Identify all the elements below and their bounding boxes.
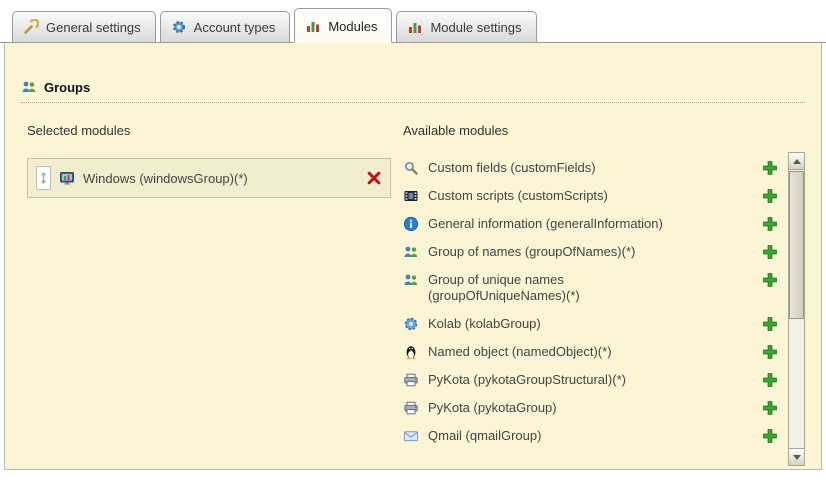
- add-module-icon[interactable]: [762, 272, 778, 288]
- add-module-icon[interactable]: [762, 400, 778, 416]
- groups-section-heading: Groups: [21, 79, 805, 103]
- modules-icon: [305, 18, 321, 34]
- available-modules-list: Custom fields (customFields) Custom scri…: [403, 152, 788, 466]
- add-module-icon[interactable]: [762, 428, 778, 444]
- available-module-row: Qmail (qmailGroup): [403, 422, 788, 450]
- tab-module-settings[interactable]: Module settings: [396, 11, 536, 42]
- delete-icon[interactable]: [366, 170, 382, 186]
- section-title: Groups: [44, 80, 90, 95]
- drag-icon: [38, 171, 49, 185]
- info-icon: [403, 216, 419, 232]
- add-module-icon[interactable]: [762, 316, 778, 332]
- tab-label: General settings: [46, 20, 141, 35]
- drag-handle[interactable]: [36, 166, 51, 190]
- scrollbar[interactable]: [788, 152, 805, 466]
- custom-fields-icon: [403, 160, 419, 176]
- module-label: Custom scripts (customScripts): [428, 188, 698, 204]
- tab-label: Module settings: [430, 20, 521, 35]
- tab-general-settings[interactable]: General settings: [12, 11, 156, 42]
- available-modules-column: Available modules Custom fields (customF…: [399, 119, 805, 466]
- add-module-icon[interactable]: [762, 216, 778, 232]
- custom-scripts-icon: [403, 188, 419, 204]
- module-label: Group of names (groupOfNames)(*): [428, 244, 698, 260]
- mail-icon: [403, 428, 419, 444]
- available-module-row: Named object (namedObject)(*): [403, 338, 788, 366]
- group-icon: [403, 244, 419, 260]
- available-module-row: Custom fields (customFields): [403, 154, 788, 182]
- wrench-icon: [23, 19, 39, 35]
- module-label: Kolab (kolabGroup): [428, 316, 698, 332]
- modules-icon: [407, 19, 423, 35]
- add-module-icon[interactable]: [762, 188, 778, 204]
- module-label: PyKota (pykotaGroupStructural)(*): [428, 372, 698, 388]
- tab-bar: General settings Account types Modules M…: [0, 0, 826, 43]
- scrollbar-track[interactable]: [789, 170, 804, 448]
- module-label: PyKota (pykotaGroup): [428, 400, 698, 416]
- modules-panel: Groups Selected modules Windows (windows…: [4, 43, 822, 470]
- kolab-icon: [403, 316, 419, 332]
- printer-icon: [403, 400, 419, 416]
- penguin-icon: [403, 344, 419, 360]
- add-module-icon[interactable]: [762, 244, 778, 260]
- selected-modules-header: Selected modules: [27, 119, 399, 142]
- tab-label: Account types: [194, 20, 276, 35]
- arrow-up-icon: [793, 159, 801, 164]
- module-label: Group of unique names (groupOfUniqueName…: [428, 272, 698, 304]
- selected-module-row[interactable]: Windows (windowsGroup)(*): [36, 164, 382, 192]
- module-label: General information (generalInformation): [428, 216, 698, 232]
- module-label: Qmail (qmailGroup): [428, 428, 698, 444]
- add-module-icon[interactable]: [762, 372, 778, 388]
- available-module-row: Group of unique names (groupOfUniqueName…: [403, 266, 788, 310]
- selected-modules-box: Windows (windowsGroup)(*): [27, 158, 391, 198]
- available-module-row: Group of names (groupOfNames)(*): [403, 238, 788, 266]
- selected-module-label: Windows (windowsGroup)(*): [83, 171, 358, 186]
- selected-modules-column: Selected modules Windows (windowsGroup)(…: [21, 119, 399, 466]
- gears-icon: [171, 19, 187, 35]
- available-module-row: PyKota (pykotaGroup): [403, 394, 788, 422]
- scroll-up-button[interactable]: [789, 153, 804, 170]
- available-module-row: Kolab (kolabGroup): [403, 310, 788, 338]
- available-module-row: General information (generalInformation): [403, 210, 788, 238]
- scrollbar-thumb[interactable]: [789, 171, 804, 319]
- printer-icon: [403, 372, 419, 388]
- available-module-row: Custom scripts (customScripts): [403, 182, 788, 210]
- windows-icon: [59, 170, 75, 186]
- available-modules-header: Available modules: [403, 119, 805, 142]
- module-label: Named object (namedObject)(*): [428, 344, 698, 360]
- available-module-row: PyKota (pykotaGroupStructural)(*): [403, 366, 788, 394]
- tab-modules[interactable]: Modules: [294, 8, 392, 43]
- tab-account-types[interactable]: Account types: [160, 11, 291, 42]
- module-label: Custom fields (customFields): [428, 160, 698, 176]
- tab-label: Modules: [328, 19, 377, 34]
- add-module-icon[interactable]: [762, 344, 778, 360]
- add-module-icon[interactable]: [762, 160, 778, 176]
- groups-icon: [21, 79, 37, 95]
- group-icon: [403, 272, 419, 288]
- arrow-down-icon: [793, 455, 801, 460]
- scroll-down-button[interactable]: [789, 448, 804, 465]
